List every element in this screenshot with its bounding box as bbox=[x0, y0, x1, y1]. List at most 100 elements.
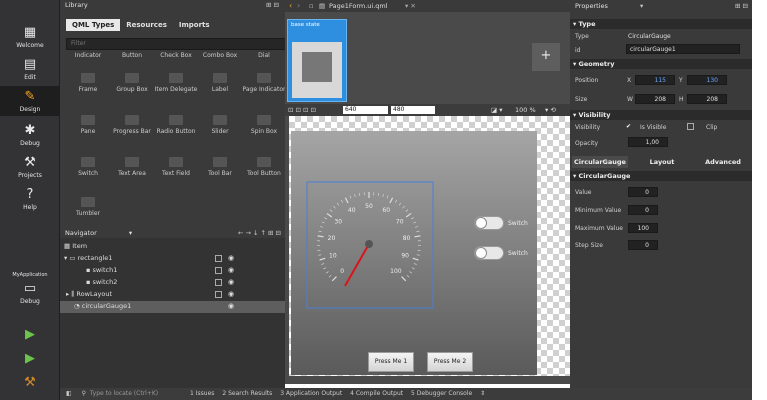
type-value: CircularGauge bbox=[628, 33, 671, 40]
mode-help[interactable]: ? Help bbox=[0, 188, 60, 212]
circular-gauge[interactable]: 0 10 20 30 40 50 60 70 80 90 100 bbox=[305, 180, 435, 310]
library-item[interactable]: Spin Box bbox=[242, 112, 286, 152]
visibility-checkbox[interactable] bbox=[215, 255, 222, 262]
eye-icon[interactable]: ◉ bbox=[228, 301, 234, 312]
pane-icon bbox=[81, 115, 95, 125]
zoom-icon[interactable]: ◪ ▾ bbox=[491, 106, 502, 114]
navigator-arrows-icon[interactable]: ← → ↓ ↑ ⊞ ⊟ bbox=[238, 229, 281, 237]
type-section[interactable]: ▾ Type bbox=[570, 19, 752, 29]
switch2[interactable] bbox=[474, 246, 504, 260]
switch1[interactable] bbox=[474, 216, 504, 230]
sidebar-toggle-icon[interactable]: ◧ bbox=[66, 390, 72, 397]
press-me-2-button[interactable]: Press Me 2 bbox=[427, 352, 473, 372]
tree-row-switch1[interactable]: ▪ switch1 ◉ bbox=[60, 265, 285, 276]
height-input[interactable]: 480 bbox=[391, 106, 435, 114]
library-item[interactable]: Tumbler bbox=[66, 194, 110, 228]
close-icon[interactable]: ▾ ✕ bbox=[405, 2, 416, 10]
library-item[interactable]: Pane bbox=[66, 112, 110, 152]
library-item[interactable]: Page Indicator bbox=[242, 70, 286, 110]
kit-label: MyApplication bbox=[12, 272, 48, 278]
eye-icon[interactable]: ◉ bbox=[228, 289, 234, 300]
eye-icon[interactable]: ◉ bbox=[228, 277, 234, 288]
debug-run-button[interactable]: ▶ bbox=[0, 352, 60, 368]
layout-tools-icon[interactable]: ⊡ ⊡ ⊡ ⊡ bbox=[288, 106, 316, 114]
library-item[interactable]: Tool Bar bbox=[198, 154, 242, 194]
library-item[interactable]: Progress Bar bbox=[110, 112, 154, 152]
visibility-checkbox[interactable] bbox=[215, 291, 222, 298]
slider-icon bbox=[213, 115, 227, 125]
chevron-down-icon[interactable]: ▾ bbox=[640, 2, 643, 10]
gauge-tick bbox=[323, 267, 327, 270]
x-stepper[interactable]: 115 bbox=[635, 75, 675, 85]
step-size-stepper[interactable]: 0 bbox=[628, 240, 658, 250]
eye-icon[interactable]: ◉ bbox=[228, 253, 234, 264]
tree-row-rectangle1[interactable]: ▾ ▭ rectangle1 ◉ bbox=[60, 253, 285, 264]
circulargauge-section[interactable]: ▾ CircularGauge bbox=[570, 171, 752, 181]
tab-qml-types[interactable]: QML Types bbox=[66, 19, 121, 31]
issues-pane[interactable]: 1 Issues bbox=[190, 390, 214, 397]
search-results-pane[interactable]: 2 Search Results bbox=[222, 390, 272, 397]
mode-debug[interactable]: ✱ Debug bbox=[0, 124, 60, 148]
minimum-value-stepper[interactable]: 0 bbox=[628, 205, 658, 215]
library-item[interactable]: Slider bbox=[198, 112, 242, 152]
base-state-card[interactable]: base state bbox=[287, 19, 347, 102]
eye-icon[interactable]: ◉ bbox=[228, 265, 234, 276]
maximum-value-stepper[interactable]: 100 bbox=[628, 223, 658, 233]
gauge-tick bbox=[402, 205, 405, 209]
run-button[interactable]: ▶ bbox=[0, 328, 60, 344]
id-field[interactable]: circularGauge1 bbox=[626, 44, 740, 54]
split-icon[interactable]: ⊞ ⊟ bbox=[266, 1, 279, 9]
library-item[interactable]: Tool Button bbox=[242, 154, 286, 194]
kit-selector[interactable]: ▭ Debug bbox=[0, 282, 60, 306]
mode-edit[interactable]: ▤ Edit bbox=[0, 58, 60, 82]
build-button[interactable]: ⚒ bbox=[0, 376, 60, 392]
tree-row-switch2[interactable]: ▪ switch2 ◉ bbox=[60, 277, 285, 288]
mode-projects[interactable]: ⚒ Projects bbox=[0, 156, 60, 180]
mode-design[interactable]: ✎ Design bbox=[0, 86, 60, 116]
chevron-down-icon[interactable]: ▾ bbox=[129, 229, 132, 237]
visibility-checkbox[interactable] bbox=[215, 267, 222, 274]
width-stepper[interactable]: 208 bbox=[635, 94, 675, 104]
value-stepper[interactable]: 0 bbox=[628, 187, 658, 197]
y-stepper[interactable]: 130 bbox=[687, 75, 727, 85]
visibility-section[interactable]: ▾ Visibility bbox=[570, 110, 752, 120]
library-item[interactable]: Group Box bbox=[110, 70, 154, 110]
gauge-tick bbox=[416, 230, 420, 233]
tab-advanced[interactable]: Advanced bbox=[694, 156, 752, 168]
library-item[interactable]: Text Field bbox=[154, 154, 198, 194]
tree-row-circulargauge1[interactable]: ◔ circularGauge1 ◉ bbox=[60, 301, 285, 313]
compile-output-pane[interactable]: 4 Compile Output bbox=[350, 390, 403, 397]
tab-circulargauge[interactable]: CircularGauge bbox=[572, 156, 628, 168]
forward-arrow-icon[interactable]: › bbox=[297, 1, 300, 10]
opacity-stepper[interactable]: 1,00 bbox=[628, 137, 668, 147]
press-me-1-button[interactable]: Press Me 1 bbox=[368, 352, 414, 372]
width-input[interactable]: 640 bbox=[343, 106, 388, 114]
geometry-section[interactable]: ▾ Geometry bbox=[570, 59, 752, 69]
reset-icon[interactable]: ▾ ⟲ bbox=[545, 106, 556, 114]
more-panes-icon[interactable]: ⇕ bbox=[480, 390, 485, 397]
locate-input[interactable]: Type to locate (Ctrl+K) bbox=[90, 390, 158, 397]
add-state-button[interactable]: + bbox=[532, 43, 560, 71]
tab-layout[interactable]: Layout bbox=[634, 156, 690, 168]
library-item[interactable]: Label bbox=[198, 70, 242, 110]
tab-imports[interactable]: Imports bbox=[173, 19, 216, 31]
visibility-checkbox[interactable] bbox=[215, 279, 222, 286]
file-name[interactable]: Page1Form.ui.qml bbox=[329, 2, 388, 10]
tree-row-item[interactable]: ▦ Item bbox=[60, 241, 285, 252]
back-arrow-icon[interactable]: ‹ bbox=[289, 1, 292, 10]
tab-resources[interactable]: Resources bbox=[120, 19, 173, 31]
tree-row-rowlayout[interactable]: ▸ ⫼ RowLayout ◉ bbox=[60, 289, 285, 300]
height-stepper[interactable]: 208 bbox=[687, 94, 727, 104]
library-item[interactable]: Radio Button bbox=[154, 112, 198, 152]
visible-checkbox[interactable]: ✔ bbox=[626, 123, 631, 130]
mode-welcome[interactable]: ▦ Welcome bbox=[0, 26, 60, 50]
application-output-pane[interactable]: 3 Application Output bbox=[280, 390, 342, 397]
library-item[interactable]: Frame bbox=[66, 70, 110, 110]
library-item[interactable]: Text Area bbox=[110, 154, 154, 194]
zoom-level[interactable]: 100 % bbox=[515, 106, 536, 114]
debugger-console-pane[interactable]: 5 Debugger Console bbox=[411, 390, 472, 397]
library-item[interactable]: Item Delegate bbox=[154, 70, 198, 110]
clip-checkbox[interactable] bbox=[687, 123, 694, 130]
split-icon[interactable]: ⊞ ⊟ bbox=[735, 2, 748, 10]
library-item[interactable]: Switch bbox=[66, 154, 110, 194]
